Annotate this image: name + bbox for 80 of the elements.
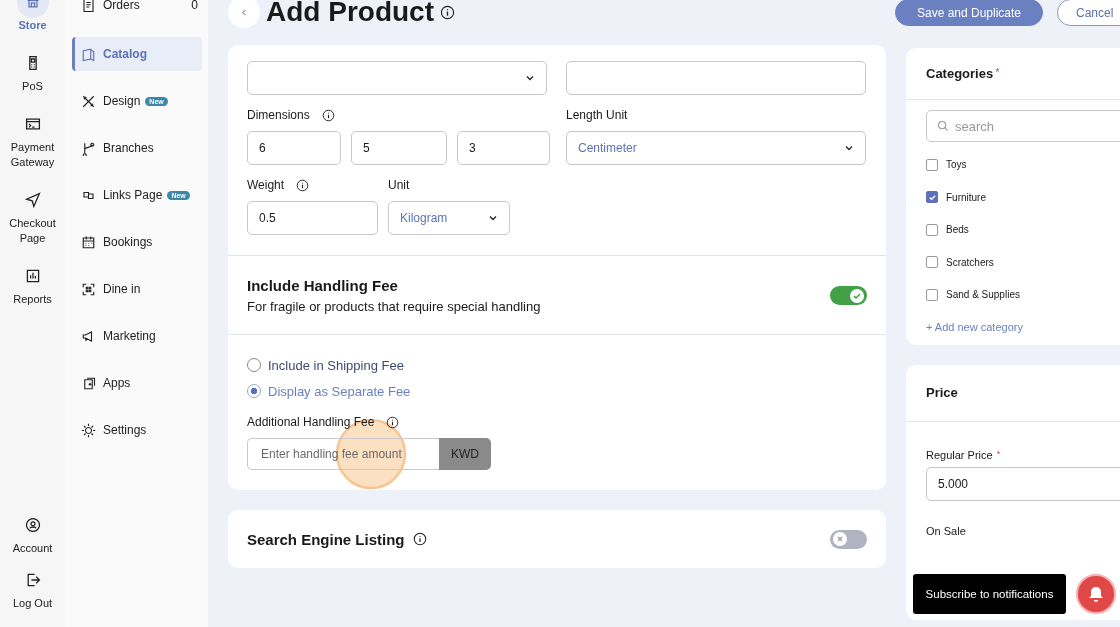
search-icon bbox=[937, 120, 949, 132]
pencil-ruler-icon bbox=[81, 93, 96, 109]
terminal-icon bbox=[24, 116, 41, 132]
apps-icon bbox=[81, 375, 96, 391]
chevron-down-icon bbox=[844, 143, 854, 153]
info-icon bbox=[440, 4, 455, 20]
section-title: Search Engine Listing bbox=[247, 530, 405, 548]
info-icon bbox=[412, 532, 427, 546]
chevron-left-icon bbox=[239, 7, 249, 17]
page-title: Add Product bbox=[266, 0, 434, 28]
rail-item[interactable]: Account bbox=[0, 509, 65, 556]
scan-icon bbox=[81, 281, 96, 297]
add-category-link[interactable]: + Add new category bbox=[926, 320, 1120, 333]
send-icon bbox=[24, 192, 41, 208]
toggle-switch[interactable] bbox=[830, 529, 867, 549]
toggle-switch[interactable] bbox=[830, 286, 867, 305]
rail-item[interactable]: Payment Gateway bbox=[0, 108, 65, 170]
nav-item[interactable]: Dine in bbox=[72, 272, 202, 306]
sku-field[interactable] bbox=[566, 61, 866, 95]
section-title: Include Handling Fee bbox=[247, 277, 399, 294]
close-icon bbox=[833, 532, 847, 546]
nav-item[interactable]: Settings bbox=[72, 413, 202, 447]
dimension-field[interactable]: 6 bbox=[247, 131, 341, 165]
currency-addon: KWD bbox=[439, 438, 491, 470]
field-label: Unit bbox=[388, 178, 410, 192]
rail-item[interactable]: PoS bbox=[0, 47, 65, 94]
field-label: Weight bbox=[247, 178, 285, 192]
category-checkbox[interactable]: Beds bbox=[926, 219, 1120, 240]
nav-item[interactable]: Apps bbox=[72, 366, 202, 400]
branch-icon bbox=[81, 140, 96, 156]
rail-item[interactable]: Reports bbox=[0, 260, 65, 307]
category-checkbox[interactable]: Scratchers bbox=[926, 252, 1120, 272]
card-title: Price bbox=[926, 385, 958, 400]
field-label: On Sale bbox=[926, 524, 967, 537]
document-icon bbox=[81, 0, 96, 13]
category-checkbox[interactable]: Furniture bbox=[926, 187, 1120, 207]
required-mark: * bbox=[995, 66, 1000, 78]
field-label: Length Unit bbox=[566, 108, 628, 122]
field-label: Regular Price bbox=[926, 448, 993, 461]
header-button[interactable]: Save and Duplicate bbox=[895, 0, 1043, 26]
category-checkbox[interactable]: Sand & Supplies bbox=[926, 284, 1120, 305]
catalog-icon bbox=[81, 46, 96, 62]
field-label: Dimensions bbox=[247, 108, 310, 122]
radio-option[interactable]: Include in Shipping Fee bbox=[247, 355, 867, 375]
card-title: Categories bbox=[926, 66, 994, 81]
field-label: Additional Handling Fee bbox=[247, 415, 375, 429]
nav-item[interactable]: Orders 0 bbox=[72, 0, 202, 22]
settings-icon bbox=[81, 422, 96, 438]
chart-icon bbox=[24, 268, 41, 284]
dimension-field[interactable]: 5 bbox=[351, 131, 447, 165]
radio-option[interactable]: Display as Separate Fee bbox=[247, 381, 867, 401]
rail-item[interactable]: Checkout Page bbox=[0, 184, 65, 246]
nav-item[interactable]: Marketing bbox=[72, 319, 202, 353]
chevron-down-icon bbox=[488, 213, 498, 223]
nav-item[interactable]: Catalog bbox=[72, 37, 202, 71]
rail-item[interactable]: Log Out bbox=[0, 564, 65, 611]
calendar-icon bbox=[81, 234, 96, 250]
section-description: For fragile or products that require special handling bbox=[247, 299, 541, 314]
required-mark: * bbox=[996, 448, 1001, 459]
unit-select[interactable]: Kilogram bbox=[388, 201, 510, 235]
account-icon bbox=[24, 517, 41, 533]
rail-item[interactable]: Store bbox=[0, 0, 65, 33]
info-icon bbox=[386, 415, 400, 429]
tooltip: Subscribe to notifications bbox=[913, 574, 1066, 614]
back-button[interactable] bbox=[228, 0, 260, 28]
dimension-field[interactable]: 3 bbox=[457, 131, 550, 165]
chevron-down-icon bbox=[525, 73, 535, 83]
order-count: 0 bbox=[191, 0, 198, 12]
nav-item[interactable]: Branches bbox=[72, 131, 202, 165]
info-icon bbox=[296, 178, 310, 192]
nav-item[interactable]: Bookings bbox=[72, 225, 202, 259]
header-button[interactable]: Cancel bbox=[1057, 0, 1120, 26]
check-icon bbox=[850, 288, 864, 303]
length-unit-select[interactable]: Centimeter bbox=[566, 131, 866, 165]
category-checkbox[interactable]: Toys bbox=[926, 154, 1120, 175]
info-icon bbox=[321, 108, 335, 122]
check-icon bbox=[927, 192, 937, 202]
country-select[interactable] bbox=[247, 61, 547, 95]
regular-price-field[interactable]: 5.000 bbox=[926, 466, 1120, 501]
weight-field[interactable]: 0.5 bbox=[247, 201, 378, 235]
